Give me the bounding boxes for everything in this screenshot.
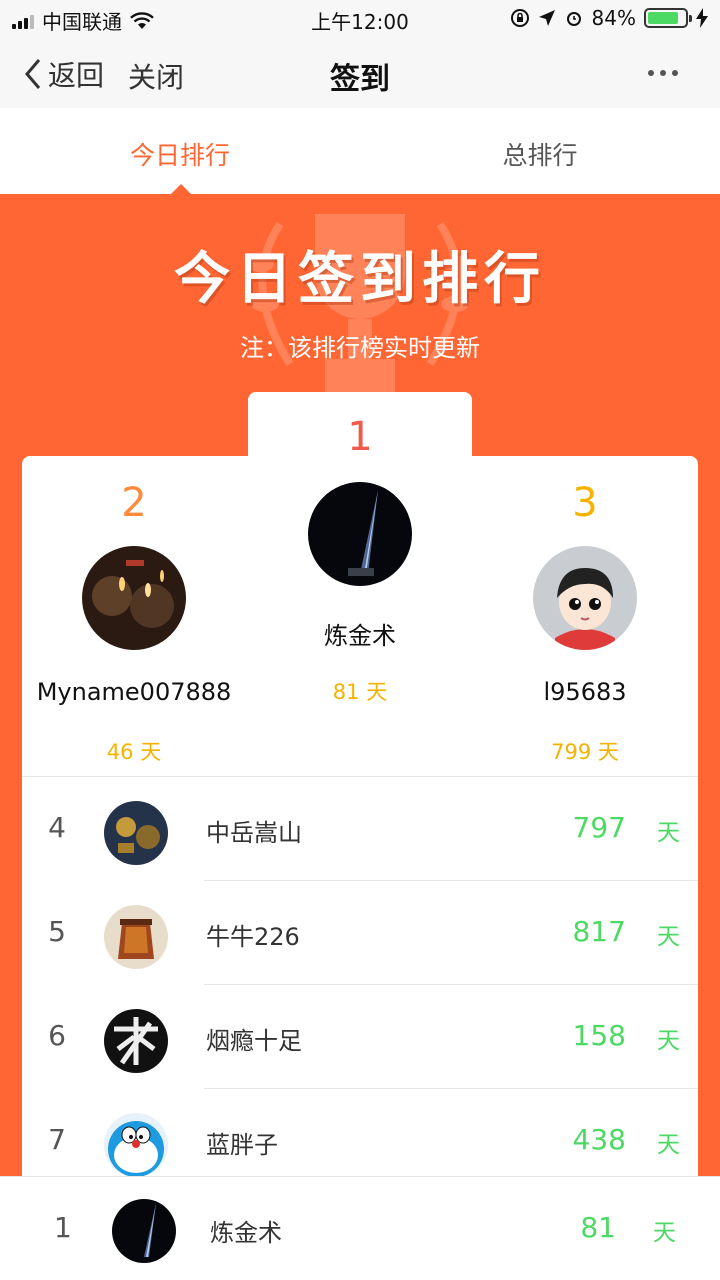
list-count: 797 [572,811,626,844]
alarm-icon [566,12,581,26]
list-unit: 天 [657,820,680,846]
podium-third-name: l95683 [543,678,627,706]
list-unit: 天 [657,1028,680,1054]
podium-rank-1: 1 [347,414,373,460]
list-rank: 4 [48,811,66,844]
status-bar: 中国联通 上午12:00 84% [0,0,720,40]
charging-icon [696,8,708,28]
banner-title: 今日签到排行 [174,247,546,312]
podium-second-name: Myname007888 [36,678,232,706]
banner-note: 注：该排行榜实时更新 [240,334,480,362]
avatar[interactable] [82,546,186,650]
avatar [112,1199,176,1263]
avatar [104,1009,168,1073]
list-name: 中岳嵩山 [206,819,302,847]
podium-first-days: 81 天 [332,680,388,704]
my-unit: 天 [653,1220,676,1246]
battery-percent: 84% [591,6,636,30]
my-name: 炼金术 [210,1219,282,1247]
list-rank: 6 [48,1019,66,1052]
avatar [104,801,168,865]
avatar[interactable] [308,482,412,586]
podium-second-days: 46 天 [106,740,162,764]
list-unit: 天 [657,924,680,950]
tab-total-ranking[interactable]: 总排行 [440,136,640,172]
list-name: 蓝胖子 [206,1131,278,1159]
rotation-lock-icon [510,9,529,27]
list-name: 烟瘾十足 [206,1027,302,1055]
podium-first-name: 炼金术 [324,622,396,650]
list-item[interactable]: 6 烟瘾十足 158 天 [22,985,698,1089]
list-count: 438 [572,1123,626,1156]
nav-bar: 返回 关闭 签到 [0,40,720,108]
my-ranking-bar[interactable]: 1 炼金术 81 天 [0,1176,720,1280]
avatar [104,905,168,969]
list-name: 牛牛226 [206,923,300,951]
avatar[interactable] [533,546,637,650]
list-item[interactable]: 5 牛牛226 817 天 [22,881,698,985]
avatar [104,1113,168,1177]
active-tab-indicator [170,184,192,195]
podium-third-days: 799 天 [551,740,619,764]
list-item[interactable]: 7 蓝胖子 438 天 [22,1089,698,1180]
battery-icon [644,8,692,28]
more-icon[interactable] [648,70,678,76]
my-count: 81 [580,1211,616,1244]
list-count: 817 [572,915,626,948]
list-item[interactable]: 4 中岳嵩山 797 天 [22,777,698,881]
my-rank: 1 [54,1211,72,1244]
list-rank: 7 [48,1123,66,1156]
podium-rank-3: 3 [572,480,598,526]
list-rank: 5 [48,915,66,948]
location-icon [538,10,555,26]
podium-rank-2: 2 [121,480,147,526]
ranking-list: 4 中岳嵩山 797 天 5 牛牛226 817 天 6 烟瘾十足 158 天 … [22,776,698,1180]
page-title: 签到 [330,62,390,97]
list-count: 158 [572,1019,626,1052]
tab-today-ranking[interactable]: 今日排行 [80,136,280,172]
tab-bar: 今日排行 总排行 [0,108,720,194]
list-unit: 天 [657,1132,680,1158]
